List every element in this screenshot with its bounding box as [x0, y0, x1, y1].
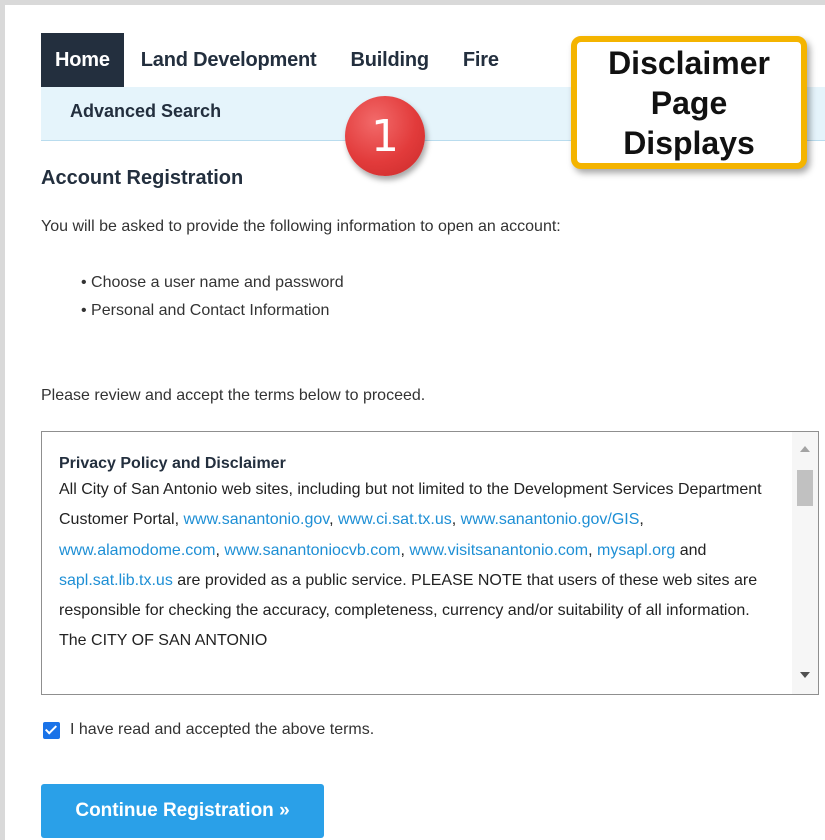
- page-title: Account Registration: [41, 167, 244, 189]
- accept-terms-row: I have read and accepted the above terms…: [43, 721, 374, 739]
- terms-scroll-box[interactable]: Privacy Policy and Disclaimer All City of…: [41, 431, 819, 695]
- terms-content: Privacy Policy and Disclaimer All City of…: [59, 453, 779, 657]
- tab-home[interactable]: Home: [41, 33, 124, 96]
- tab-land-development[interactable]: Land Development: [124, 33, 334, 87]
- callout-line: Disclaimer: [608, 44, 770, 81]
- accept-terms-label[interactable]: I have read and accepted the above terms…: [70, 721, 374, 739]
- review-instructions: Please review and accept the terms below…: [41, 387, 426, 404]
- link-sanantoniocvb[interactable]: www.sanantoniocvb.com: [224, 542, 400, 559]
- callout-line: Displays: [623, 124, 755, 161]
- terms-separator: ,: [588, 541, 598, 559]
- terms-title: Privacy Policy and Disclaimer: [59, 455, 286, 472]
- link-sanantonio-gis[interactable]: www.sanantonio.gov/GIS: [461, 511, 640, 528]
- scrollbar-thumb[interactable]: [797, 470, 813, 506]
- terms-separator: ,: [639, 511, 644, 529]
- scroll-up-arrow-icon[interactable]: [800, 446, 810, 452]
- terms-separator: and: [675, 541, 707, 559]
- link-mysapl[interactable]: mysapl.org: [597, 542, 675, 559]
- step-marker-badge: 1: [345, 96, 425, 176]
- intro-text: You will be asked to provide the followi…: [41, 218, 561, 235]
- scroll-down-arrow-icon[interactable]: [800, 672, 810, 678]
- terms-separator: ,: [451, 511, 461, 529]
- callout-line: Page: [650, 84, 728, 121]
- top-navigation: Home Land Development Building Fire: [41, 33, 516, 96]
- link-visitsanantonio[interactable]: www.visitsanantonio.com: [409, 542, 588, 559]
- tab-building[interactable]: Building: [334, 33, 446, 87]
- annotation-callout: Disclaimer Page Displays: [571, 36, 807, 169]
- link-sanantonio-gov[interactable]: www.sanantonio.gov: [183, 511, 329, 528]
- requirements-list: Choose a user name and password Personal…: [81, 273, 344, 329]
- continue-registration-button[interactable]: Continue Registration »: [41, 784, 324, 838]
- tab-fire[interactable]: Fire: [446, 33, 516, 87]
- link-alamodome[interactable]: www.alamodome.com: [59, 542, 216, 559]
- advanced-search-link[interactable]: Advanced Search: [70, 101, 221, 122]
- list-item: Choose a user name and password: [81, 273, 344, 301]
- link-sapl-sat-lib[interactable]: sapl.sat.lib.tx.us: [59, 572, 173, 589]
- page-frame: Home Land Development Building Fire Adva…: [0, 0, 825, 840]
- link-ci-sat-tx-us[interactable]: www.ci.sat.tx.us: [338, 511, 452, 528]
- accept-terms-checkbox[interactable]: [43, 721, 60, 739]
- list-item: Personal and Contact Information: [81, 301, 344, 329]
- terms-separator: ,: [329, 511, 338, 529]
- terms-scrollbar[interactable]: [792, 432, 818, 694]
